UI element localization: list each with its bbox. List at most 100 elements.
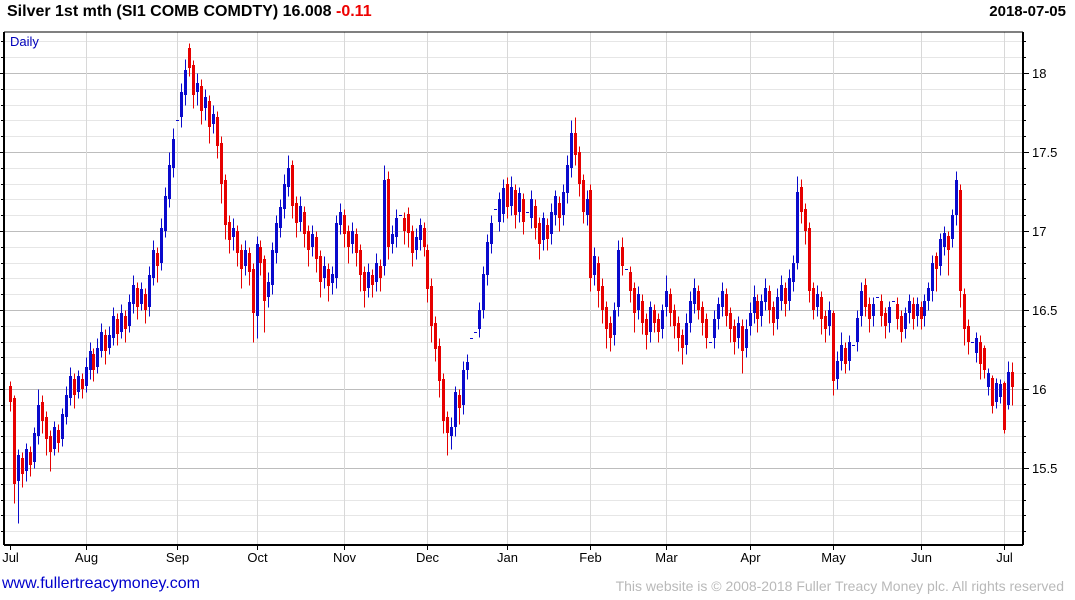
candle-body bbox=[649, 307, 652, 332]
candle-body bbox=[188, 48, 191, 68]
candle-body bbox=[609, 323, 612, 338]
candle-body bbox=[927, 288, 930, 301]
candle-down bbox=[741, 319, 744, 374]
candle-up bbox=[323, 256, 326, 289]
candle-body bbox=[335, 223, 338, 278]
candle-down bbox=[144, 288, 147, 324]
candle-up bbox=[65, 386, 68, 425]
doji-dash bbox=[625, 269, 628, 270]
candle-body bbox=[554, 196, 557, 215]
website-link[interactable]: www.fullertreacymoney.com bbox=[2, 575, 200, 593]
candle-down bbox=[669, 288, 672, 327]
candle-body bbox=[136, 288, 139, 307]
candle-up bbox=[383, 165, 386, 276]
candle-down bbox=[41, 395, 44, 434]
candle-up bbox=[995, 378, 998, 409]
candle-body bbox=[864, 285, 867, 307]
candle-body bbox=[204, 97, 207, 108]
candle-body bbox=[653, 310, 656, 323]
candle-up bbox=[148, 266, 151, 317]
candle-body bbox=[164, 196, 167, 231]
candle-up bbox=[61, 408, 64, 447]
candle-down bbox=[124, 310, 127, 343]
candle-body bbox=[665, 291, 668, 307]
candle-down bbox=[343, 209, 346, 248]
x-axis-label: Mar bbox=[655, 550, 678, 565]
candle-down bbox=[589, 184, 592, 292]
candle-body bbox=[1011, 372, 1014, 387]
candle-body bbox=[788, 278, 791, 301]
candle-body bbox=[999, 384, 1002, 397]
candle-down bbox=[959, 184, 962, 308]
candle-down bbox=[729, 307, 732, 343]
candle-up bbox=[375, 253, 378, 292]
doji-dash bbox=[494, 209, 497, 210]
candle-up bbox=[586, 190, 589, 226]
candle-body bbox=[303, 212, 306, 234]
candle-up bbox=[283, 174, 286, 219]
candle-up bbox=[502, 179, 505, 223]
candle-body bbox=[820, 297, 823, 319]
candle-body bbox=[729, 313, 732, 329]
candle-body bbox=[307, 231, 310, 250]
candle-down bbox=[820, 291, 823, 335]
candle-body bbox=[737, 323, 740, 338]
candle-body bbox=[96, 348, 99, 367]
candle-body bbox=[224, 180, 227, 225]
candle-down bbox=[49, 430, 52, 472]
candle-up bbox=[593, 247, 596, 286]
candle-up bbox=[923, 294, 926, 327]
candle-body bbox=[963, 294, 966, 329]
candle-up bbox=[780, 275, 783, 311]
doji-dash bbox=[474, 332, 477, 333]
candle-body bbox=[713, 319, 716, 338]
candle-body bbox=[259, 247, 262, 263]
candle-body bbox=[550, 212, 553, 234]
candle-up bbox=[625, 269, 628, 270]
candle-body bbox=[605, 307, 608, 329]
candle-up bbox=[100, 323, 103, 358]
candle-down bbox=[597, 256, 600, 308]
candle-body bbox=[621, 247, 624, 266]
candle-down bbox=[403, 212, 406, 245]
candle-body bbox=[140, 289, 143, 304]
candle-down bbox=[705, 313, 708, 349]
candle-up bbox=[419, 218, 422, 251]
candle-up bbox=[212, 105, 215, 134]
candle-down bbox=[601, 278, 604, 324]
candle-up bbox=[17, 449, 20, 524]
candle-body bbox=[108, 335, 111, 348]
candle-up bbox=[184, 59, 187, 106]
x-axis-label: Feb bbox=[579, 550, 601, 565]
candle-body bbox=[514, 190, 517, 215]
candle-body bbox=[283, 184, 286, 209]
candle-down bbox=[407, 207, 410, 248]
candle-body bbox=[216, 117, 219, 146]
candle-body bbox=[359, 250, 362, 275]
candle-body bbox=[391, 234, 394, 244]
candle-down bbox=[900, 310, 903, 343]
candle-body bbox=[900, 316, 903, 332]
candle-up bbox=[450, 417, 453, 450]
y-axis-label: 17 bbox=[1032, 224, 1046, 239]
candle-down bbox=[355, 228, 358, 267]
candle-body bbox=[442, 379, 445, 421]
candle-body bbox=[589, 190, 592, 278]
candle-down bbox=[240, 244, 243, 289]
candle-body bbox=[299, 206, 302, 222]
candle-down bbox=[574, 117, 577, 166]
candle-up bbox=[554, 190, 557, 226]
candle-down bbox=[681, 329, 684, 365]
candle-body bbox=[343, 215, 346, 234]
candle-body bbox=[160, 228, 163, 263]
y-axis-label: 18 bbox=[1032, 66, 1046, 81]
candle-body bbox=[824, 316, 827, 329]
candle-up bbox=[287, 155, 290, 197]
candle-up bbox=[77, 370, 80, 399]
candle-body bbox=[252, 269, 255, 313]
candle-up bbox=[852, 345, 855, 346]
candle-body bbox=[578, 152, 581, 184]
candle-body bbox=[100, 332, 103, 351]
candle-body bbox=[144, 294, 147, 310]
candle-body bbox=[840, 345, 843, 361]
